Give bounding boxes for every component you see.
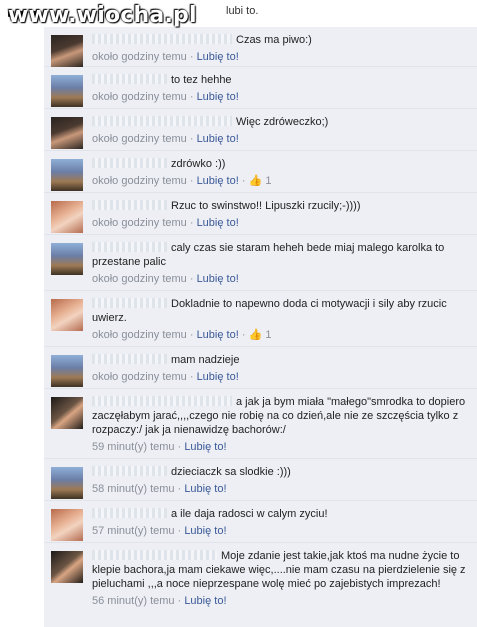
like-link[interactable]: Lubię to! <box>184 595 226 607</box>
author-name[interactable] <box>92 200 167 210</box>
timestamp[interactable]: 57 minut(y) temu <box>92 525 175 537</box>
timestamp[interactable]: około godziny temu <box>92 371 187 383</box>
timestamp[interactable]: około godziny temu <box>92 51 187 63</box>
comment-text: a ile daja radosci w calym zyciu! <box>171 508 328 520</box>
comment-meta: około godziny temu · Lubię to! <box>92 91 239 103</box>
comment-meta: około godziny temu · Lubię to! <box>92 133 239 145</box>
avatar[interactable] <box>51 35 83 67</box>
avatar[interactable] <box>51 467 83 499</box>
thumbs-up-icon[interactable]: 👍 <box>249 328 263 342</box>
author-name[interactable] <box>92 298 167 308</box>
author-name[interactable] <box>92 354 167 364</box>
timestamp[interactable]: 58 minut(y) temu <box>92 483 175 495</box>
comment-meta: 56 minut(y) temu · Lubię to! <box>92 595 227 607</box>
avatar[interactable] <box>51 201 83 233</box>
comment-item: a jak ja bym miała "małego"smrodka to do… <box>44 389 477 459</box>
author-name[interactable] <box>92 34 232 44</box>
avatar[interactable] <box>51 355 83 387</box>
timestamp[interactable]: 56 minut(y) temu <box>92 595 175 607</box>
comment-meta: 58 minut(y) temu · Lubię to! <box>92 483 227 495</box>
comment-text: mam nadzieje <box>171 354 240 366</box>
comment-list: Czas ma piwo:) około godziny temu · Lubi… <box>44 27 477 627</box>
like-link[interactable]: Lubię to! <box>184 525 226 537</box>
avatar[interactable] <box>51 159 83 191</box>
author-name[interactable] <box>92 508 167 518</box>
avatar[interactable] <box>51 509 83 541</box>
watermark-logo: www.wiocha.pl <box>8 3 197 28</box>
like-link[interactable]: Lubię to! <box>184 441 226 453</box>
timestamp[interactable]: 59 minut(y) temu <box>92 441 175 453</box>
avatar[interactable] <box>51 551 83 583</box>
like-link[interactable]: Lubię to! <box>197 133 239 145</box>
author-name[interactable] <box>92 550 217 560</box>
like-count[interactable]: 1 <box>265 175 271 187</box>
like-link[interactable]: Lubię to! <box>197 329 239 341</box>
comment-meta: około godziny temu · Lubię to! · 👍 1 <box>92 328 272 342</box>
comment-text: Czas ma piwo:) <box>236 34 312 46</box>
comment-item: dzieciaczk sa slodkie :))) 58 minut(y) t… <box>44 459 477 501</box>
comment-item: caly czas sie staram heheh bede miaj mal… <box>44 235 477 291</box>
comment-item: a ile daja radosci w calym zyciu! 57 min… <box>44 501 477 543</box>
avatar[interactable] <box>51 299 83 331</box>
comment-meta: około godziny temu · Lubię to! · 👍 1 <box>92 174 272 188</box>
comment-meta: około godziny temu · Lubię to! <box>92 217 239 229</box>
comment-item: zdrówko :)) około godziny temu · Lubię t… <box>44 151 477 193</box>
comment-text: Więc zdróweczko;) <box>236 116 329 128</box>
like-link[interactable]: Lubię to! <box>197 217 239 229</box>
avatar[interactable] <box>51 117 83 149</box>
top-partial-text: lubi to. <box>226 5 259 17</box>
timestamp[interactable]: około godziny temu <box>92 91 187 103</box>
comment-meta: około godziny temu · Lubię to! <box>92 371 239 383</box>
timestamp[interactable]: około godziny temu <box>92 133 187 145</box>
author-name[interactable] <box>92 158 167 168</box>
comment-text: to tez hehhe <box>171 74 232 86</box>
comment-meta: 59 minut(y) temu · Lubię to! <box>92 441 227 453</box>
comment-meta: 57 minut(y) temu · Lubię to! <box>92 525 227 537</box>
timestamp[interactable]: około godziny temu <box>92 273 187 285</box>
author-name[interactable] <box>92 116 232 126</box>
comment-meta: około godziny temu · Lubię to! <box>92 273 239 285</box>
like-link[interactable]: Lubię to! <box>197 273 239 285</box>
comment-text: dzieciaczk sa slodkie :))) <box>171 466 291 478</box>
like-link[interactable]: Lubię to! <box>197 175 239 187</box>
comment-item: Moje zdanie jest takie,jak ktoś ma nudne… <box>44 543 477 627</box>
timestamp[interactable]: około godziny temu <box>92 175 187 187</box>
timestamp[interactable]: około godziny temu <box>92 329 187 341</box>
author-name[interactable] <box>92 466 167 476</box>
comment-item: Rzuc to swinstwo!! Lipuszki rzucily;-)))… <box>44 193 477 235</box>
like-count[interactable]: 1 <box>265 329 271 341</box>
comment-text: Rzuc to swinstwo!! Lipuszki rzucily;-)))… <box>171 200 361 212</box>
comment-text: zdrówko :)) <box>171 158 226 170</box>
author-name[interactable] <box>92 396 232 406</box>
avatar[interactable] <box>51 75 83 107</box>
comment-meta: około godziny temu · Lubię to! <box>92 51 239 63</box>
avatar[interactable] <box>51 397 83 429</box>
timestamp[interactable]: około godziny temu <box>92 217 187 229</box>
thumbs-up-icon[interactable]: 👍 <box>249 174 263 188</box>
comment-item: mam nadzieje około godziny temu · Lubię … <box>44 347 477 389</box>
comment-item: Dokladnie to napewno doda ci motywacji i… <box>44 291 477 347</box>
avatar[interactable] <box>51 243 83 275</box>
author-name[interactable] <box>92 242 167 252</box>
like-link[interactable]: Lubię to! <box>197 91 239 103</box>
comment-item: Czas ma piwo:) około godziny temu · Lubi… <box>44 27 477 67</box>
like-link[interactable]: Lubię to! <box>197 51 239 63</box>
author-name[interactable] <box>92 74 167 84</box>
like-link[interactable]: Lubię to! <box>197 371 239 383</box>
comment-item: Więc zdróweczko;) około godziny temu · L… <box>44 109 477 151</box>
like-link[interactable]: Lubię to! <box>184 483 226 495</box>
comment-item: to tez hehhe około godziny temu · Lubię … <box>44 67 477 109</box>
